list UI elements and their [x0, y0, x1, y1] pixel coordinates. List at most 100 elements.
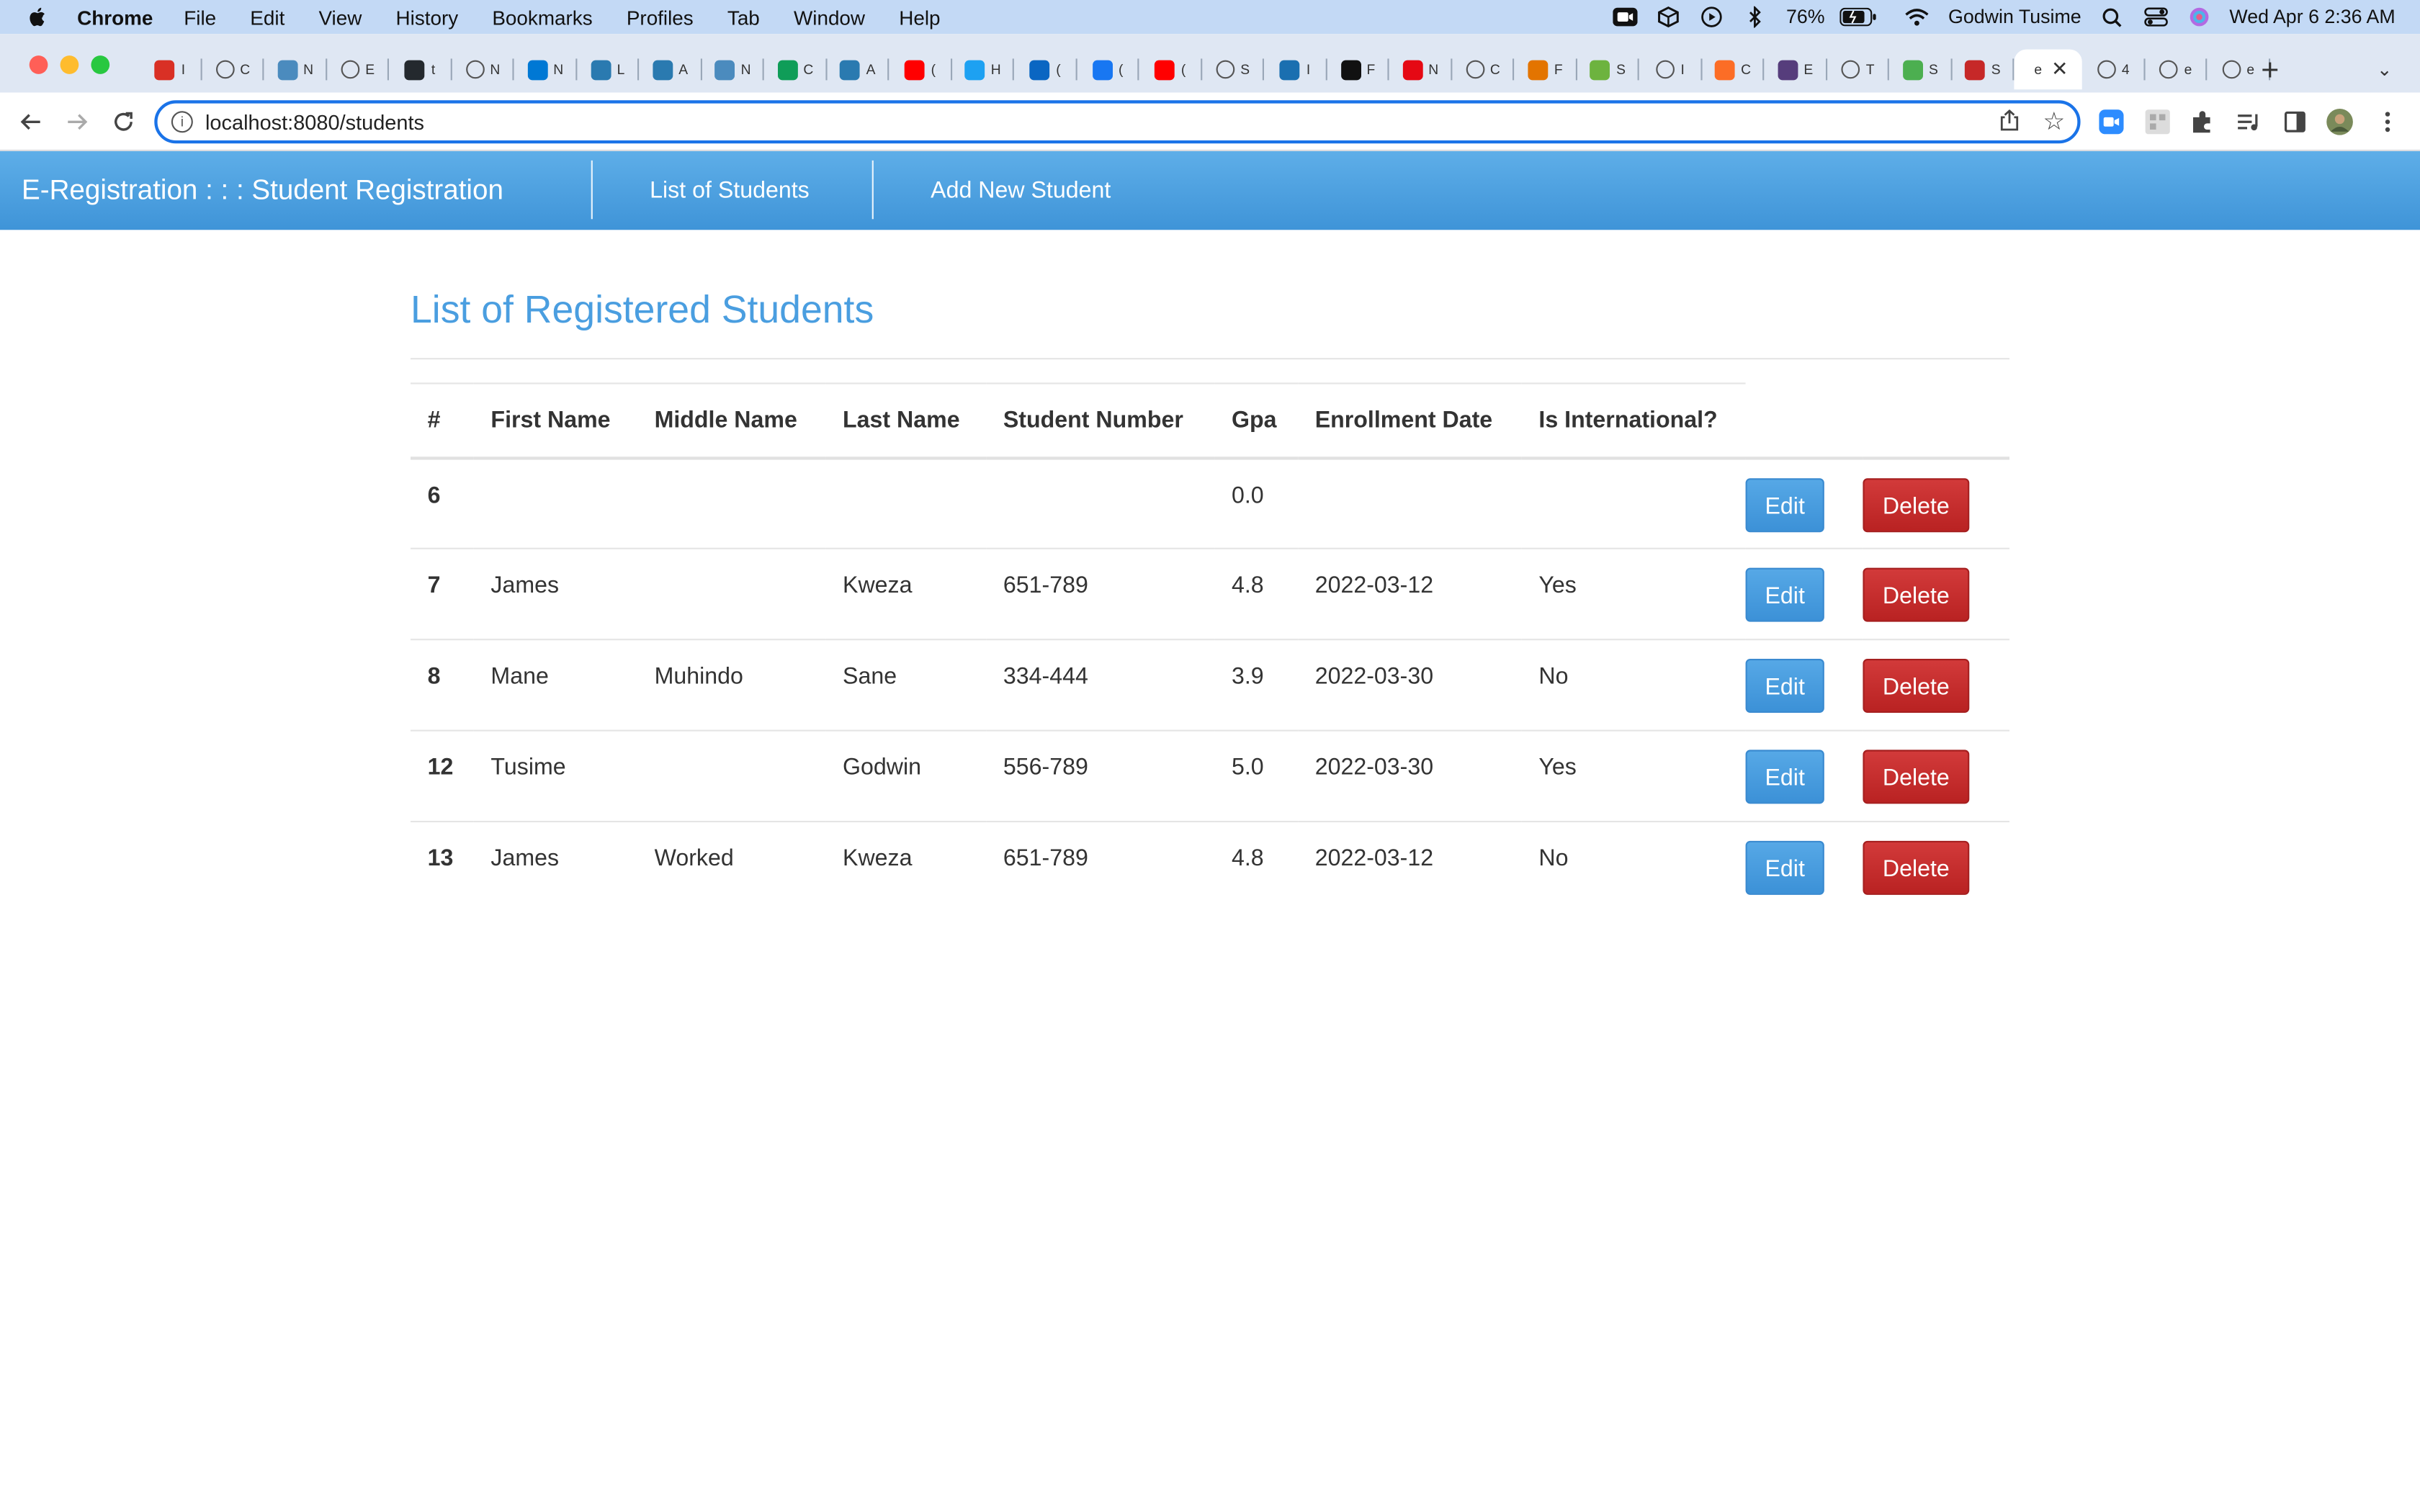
browser-tab[interactable]: N	[514, 50, 577, 90]
menu-bookmarks[interactable]: Bookmarks	[492, 6, 592, 29]
browser-tab[interactable]: e	[2207, 50, 2269, 90]
delete-button[interactable]: Delete	[1863, 567, 1970, 622]
browser-tab[interactable]: N	[264, 50, 326, 90]
tab-title: C	[240, 61, 251, 78]
browser-tab[interactable]: S	[1201, 50, 1264, 90]
wifi-icon[interactable]	[1905, 4, 1930, 29]
menu-tab[interactable]: Tab	[727, 6, 760, 29]
extensions-puzzle-icon[interactable]	[2189, 108, 2217, 136]
browser-tab[interactable]: (	[1014, 50, 1077, 90]
media-control-icon[interactable]	[2235, 108, 2263, 136]
menu-edit[interactable]: Edit	[250, 6, 284, 29]
nav-link-add-new-student[interactable]: Add New Student	[931, 177, 1111, 203]
tab-title: C	[1489, 61, 1500, 78]
menu-help[interactable]: Help	[899, 6, 940, 29]
tab-title: (	[1056, 61, 1061, 78]
browser-tab[interactable]: e	[2145, 50, 2208, 90]
menu-history[interactable]: History	[396, 6, 459, 29]
zoom-menubar-icon[interactable]	[1613, 4, 1639, 29]
site-info-icon[interactable]: i	[171, 111, 193, 133]
back-button[interactable]	[15, 107, 46, 138]
nav-link-list-of-students[interactable]: List of Students	[650, 177, 810, 203]
tab-list: I C N Et N N L A N C A(H(((S I F N C F S I C E T S Se ✕ 4 e e	[139, 49, 2269, 93]
browser-tab[interactable]: N	[452, 50, 514, 90]
menu-window[interactable]: Window	[794, 6, 865, 29]
side-panel-icon[interactable]	[2281, 108, 2309, 136]
browser-tab[interactable]: A	[827, 50, 889, 90]
browser-tab[interactable]: L	[576, 50, 639, 90]
minimize-window-button[interactable]	[60, 55, 79, 74]
zoom-extension-icon[interactable]	[2097, 108, 2125, 136]
menu-file[interactable]: File	[184, 6, 216, 29]
browser-tab[interactable]: F	[1514, 50, 1577, 90]
linkedin-icon	[1029, 59, 1050, 80]
profile-avatar[interactable]	[2326, 108, 2354, 136]
url-input[interactable]	[205, 110, 1904, 134]
browser-tab[interactable]: t	[389, 50, 452, 90]
menu-bar-user[interactable]: Godwin Tusime	[1948, 6, 2081, 28]
browser-tab[interactable]: C	[1702, 50, 1765, 90]
menu-profiles[interactable]: Profiles	[627, 6, 694, 29]
edit-button[interactable]: Edit	[1745, 477, 1824, 532]
browser-tab[interactable]: (	[1077, 50, 1139, 90]
table-cell-edit: Edit	[1745, 457, 1863, 548]
table-cell: 4.8	[1232, 572, 1264, 599]
navbar-brand[interactable]: E-Registration : : : Student Registratio…	[22, 174, 503, 207]
delete-button[interactable]: Delete	[1863, 840, 1970, 895]
browser-tab[interactable]: I	[1264, 50, 1327, 90]
delete-button[interactable]: Delete	[1863, 477, 1970, 532]
bluetooth-icon[interactable]	[1743, 4, 1767, 29]
close-tab-icon[interactable]: ✕	[2051, 57, 2068, 81]
browser-tab[interactable]: C	[764, 50, 827, 90]
menu-view[interactable]: View	[318, 6, 362, 29]
browser-tab[interactable]: T	[1827, 50, 1889, 90]
qr-extension-icon[interactable]	[2143, 108, 2172, 136]
edit-button[interactable]: Edit	[1745, 750, 1824, 804]
browser-tab[interactable]: (	[1139, 50, 1201, 90]
chrome-menu-icon[interactable]	[2374, 108, 2402, 136]
box-icon[interactable]	[1657, 4, 1681, 29]
browser-tab[interactable]: e ✕	[2014, 49, 2082, 90]
menu-bar-clock[interactable]: Wed Apr 6 2:36 AM	[2229, 6, 2395, 28]
browser-tab[interactable]: N	[702, 50, 764, 90]
reload-button[interactable]	[108, 107, 139, 138]
delete-button[interactable]: Delete	[1863, 659, 1970, 713]
table-cell: Godwin	[843, 754, 921, 781]
close-window-button[interactable]	[29, 55, 48, 74]
browser-tab[interactable]: (	[889, 50, 951, 90]
browser-tab[interactable]: S	[1889, 50, 1952, 90]
browser-tab[interactable]: I	[1639, 50, 1702, 90]
spotlight-search-icon[interactable]	[2099, 4, 2124, 29]
address-bar[interactable]: i ☆	[154, 100, 2081, 144]
new-tab-button[interactable]: +	[2261, 54, 2279, 89]
edit-button[interactable]: Edit	[1745, 659, 1824, 713]
browser-tab[interactable]: C	[1451, 50, 1514, 90]
browser-tab[interactable]: S	[1577, 50, 1639, 90]
browser-tab[interactable]: E	[1764, 50, 1827, 90]
maximize-window-button[interactable]	[91, 55, 110, 74]
video-icon	[1280, 59, 1301, 80]
browser-tab[interactable]: C	[202, 50, 264, 90]
browser-tab[interactable]: H	[951, 50, 1014, 90]
browser-tab[interactable]: F	[1327, 50, 1389, 90]
browser-tab[interactable]: S	[1952, 50, 2015, 90]
browser-tab[interactable]: A	[639, 50, 702, 90]
browser-tab[interactable]: 4	[2082, 50, 2145, 90]
forward-button[interactable]	[62, 107, 93, 138]
tab-search-chevron-icon[interactable]: ⌄	[2377, 58, 2393, 80]
table-cell: 7	[427, 572, 441, 599]
browser-tab[interactable]: I	[139, 50, 202, 90]
bookmark-star-icon[interactable]: ☆	[2043, 107, 2065, 138]
edit-button[interactable]: Edit	[1745, 840, 1824, 895]
edit-button[interactable]: Edit	[1745, 567, 1824, 622]
share-icon[interactable]	[2000, 109, 2019, 135]
siri-icon[interactable]	[2186, 4, 2210, 29]
control-center-icon[interactable]	[2143, 4, 2167, 29]
browser-tab[interactable]: E	[326, 50, 389, 90]
menu-app-chrome[interactable]: Chrome	[77, 6, 153, 29]
browser-tab[interactable]: N	[1389, 50, 1452, 90]
play-icon[interactable]	[1700, 4, 1724, 29]
apple-icon[interactable]	[28, 6, 50, 28]
battery-icon[interactable]	[1840, 4, 1877, 29]
delete-button[interactable]: Delete	[1863, 750, 1970, 804]
